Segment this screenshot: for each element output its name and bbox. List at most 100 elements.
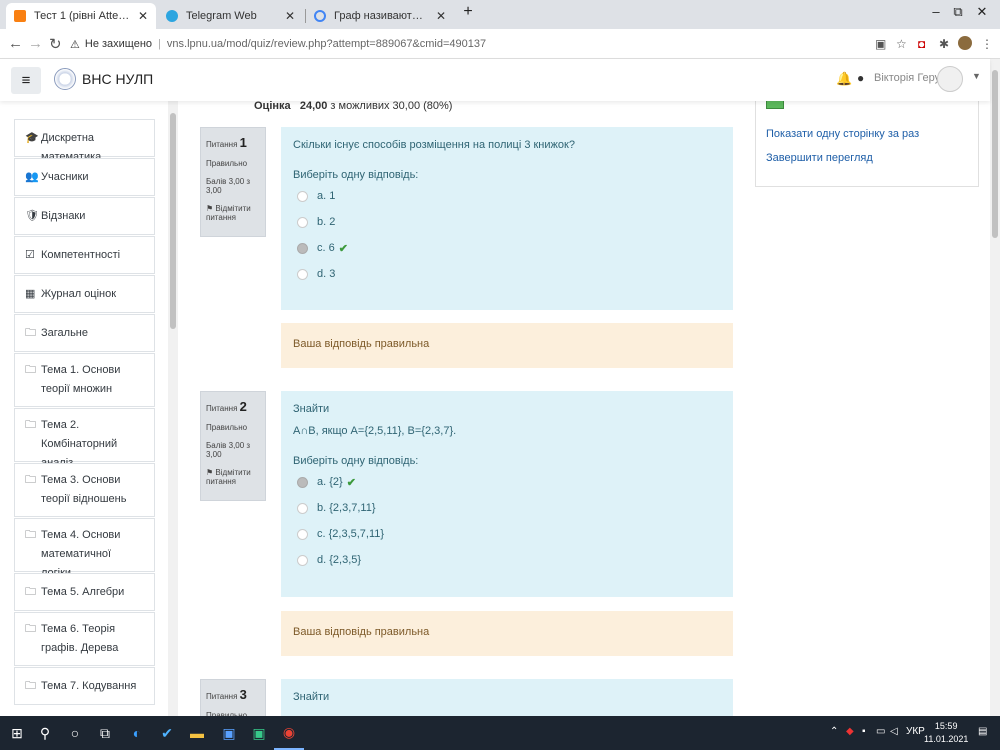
question-1-content: Скільки існує способів розміщення на пол… (281, 127, 733, 310)
back-arrow-icon[interactable]: ← (8, 35, 23, 52)
translate-icon[interactable]: ▣ (875, 37, 886, 51)
sidebar-item[interactable]: 🎓 Дискретна математика (14, 119, 155, 163)
sidebar-item[interactable]: 🛡 Відзнаки (14, 197, 155, 235)
sidebar-item[interactable]: 🗀Тема 2. Комбінаторний аналіз (14, 408, 155, 469)
close-tab-icon[interactable]: ✕ (138, 9, 148, 23)
address-bar-row: ← → ↻ ⚠ Не захищено | vns.lpnu.ua/mod/qu… (0, 29, 1000, 59)
sidebar-item-label: Компетентності (41, 249, 121, 261)
tray-shield-icon[interactable]: ◆ (846, 726, 854, 737)
sidebar-item[interactable]: 🗀 Тема 1. Основи теорії множин (14, 353, 155, 407)
app-icon[interactable]: ▣ (214, 716, 244, 750)
flag-icon: ⚑ (206, 468, 214, 477)
sidebar-item[interactable]: 🗀 Тема 7. Кодування (14, 667, 155, 705)
radio-button[interactable] (297, 216, 308, 228)
edge-icon[interactable]: ◐ (122, 716, 152, 750)
address-field[interactable]: ⚠ Не захищено | vns.lpnu.ua/mod/quiz/rev… (70, 33, 870, 55)
language-indicator[interactable]: УКР (906, 726, 925, 737)
user-avatar[interactable] (937, 66, 963, 92)
reload-icon[interactable]: ↻ (49, 35, 62, 53)
radio-button[interactable] (297, 554, 308, 566)
folder-icon: 🗀 (25, 327, 36, 339)
show-one-page-link[interactable]: Показати одну сторінку за раз (766, 128, 919, 140)
site-name[interactable]: ВНС НУЛП (82, 71, 153, 87)
moodle-favicon-icon (14, 10, 26, 22)
search-icon[interactable]: ⚲ (30, 716, 60, 750)
extension-icon[interactable]: ◘ (918, 37, 925, 51)
minimize-button[interactable]: – (924, 4, 948, 19)
browser-tab-graph[interactable]: Граф називають орієнтованим, я ✕ (306, 3, 454, 29)
question-nav-button[interactable] (766, 101, 784, 109)
checkmark-app-icon[interactable]: ✔ (152, 716, 182, 750)
table-icon: ▦ (25, 288, 36, 300)
tray-chevron-icon[interactable]: ⌃ (830, 726, 838, 737)
question-text: Знайти (293, 691, 330, 703)
finish-review-link[interactable]: Завершити перегляд (766, 152, 873, 164)
divider: | (158, 38, 161, 50)
radio-button[interactable] (297, 528, 308, 540)
task-view-icon[interactable]: ⧉ (90, 716, 120, 750)
messages-icon[interactable]: ● (857, 71, 864, 85)
answer-option[interactable]: b. {2,3,7,11} (293, 495, 721, 521)
close-tab-icon[interactable]: ✕ (436, 9, 446, 23)
chevron-down-icon[interactable]: ▼ (972, 71, 981, 81)
file-explorer-icon[interactable]: ▬ (182, 716, 212, 750)
user-name[interactable]: Вікторія Герун (874, 72, 946, 84)
cortana-icon[interactable]: ○ (60, 716, 90, 750)
hamburger-menu-button[interactable]: ≡ (11, 67, 41, 94)
correct-check-icon: ✔ (346, 476, 356, 489)
flag-question-link[interactable]: ⚑ Відмітити питання (206, 204, 260, 222)
close-window-button[interactable]: ✕ (970, 4, 994, 20)
sidebar-item[interactable]: ☑ Компетентності (14, 236, 155, 274)
menu-dots-icon[interactable]: ⋮ (981, 37, 993, 51)
browser-tab-quiz[interactable]: Тест 1 (рівні Attempt review ✕ (6, 3, 156, 29)
sidebar-item[interactable]: 🗀 Загальне (14, 314, 155, 352)
chrome-icon[interactable]: ◉ (274, 716, 304, 750)
sidebar-scrollbar-thumb[interactable] (170, 113, 176, 329)
answer-option[interactable]: a. {2} ✔ (293, 469, 721, 495)
answer-option[interactable]: b. 2 (293, 209, 721, 235)
answer-option[interactable]: c. 6 ✔ (293, 235, 721, 261)
taskbar-clock[interactable]: 15:59 11.01.2021 (924, 720, 968, 746)
folder-icon: 🗀 (25, 623, 36, 635)
puzzle-extensions-icon[interactable]: ✱ (939, 37, 949, 51)
answer-option[interactable]: d. 3 (293, 261, 721, 287)
notifications-icon[interactable]: ▤ (978, 726, 987, 737)
sidebar-item[interactable]: ▦ Журнал оцінок (14, 275, 155, 313)
close-tab-icon[interactable]: ✕ (285, 9, 295, 23)
volume-icon[interactable]: ◁ (890, 726, 898, 737)
radio-button[interactable] (297, 476, 308, 488)
windows-start-icon[interactable]: ⊞ (2, 716, 32, 750)
radio-button[interactable] (297, 502, 308, 514)
question-formula: A∩B, якщо A={2,5,11}, B={2,3,7}. (293, 425, 457, 437)
sidebar-item[interactable]: 👥 Учасники (14, 158, 155, 196)
forward-arrow-icon[interactable]: → (28, 35, 43, 52)
answer-option[interactable]: a. 1 (293, 183, 721, 209)
sidebar-item[interactable]: 🗀Тема 4. Основи математичної логіки (14, 518, 155, 579)
sidebar-item[interactable]: 🗀 Тема 6. Теорія графів. Дерева (14, 612, 155, 666)
course-nav-drawer: 🎓 Дискретна математика 👥 Учасники 🛡 Відзнаки ☑… (0, 101, 178, 716)
folder-icon: 🗀 (25, 474, 36, 486)
question-1-feedback: Ваша відповідь правильна (281, 323, 733, 368)
answer-label: c. {2,3,5,7,11} (317, 528, 385, 540)
profile-avatar-icon[interactable] (958, 36, 972, 50)
maximize-button[interactable]: ⧉ (946, 4, 970, 20)
app-icon[interactable]: ▣ (244, 716, 274, 750)
network-icon[interactable]: ▭ (876, 726, 885, 737)
browser-tab-telegram[interactable]: Telegram Web ✕ (158, 3, 303, 29)
sidebar-item[interactable]: 🗀 Тема 5. Алгебри (14, 573, 155, 611)
tray-app-icon[interactable]: ▪ (862, 726, 866, 737)
radio-button[interactable] (297, 242, 308, 254)
bell-icon[interactable]: 🔔 (836, 71, 852, 87)
answer-option[interactable]: d. {2,3,5} (293, 547, 721, 573)
radio-button[interactable] (297, 190, 308, 202)
bookmark-star-icon[interactable]: ☆ (896, 37, 907, 51)
sidebar-item[interactable]: 🗀 Тема 3. Основи теорії відношень (14, 463, 155, 517)
windows-taskbar: ⊞ ⚲ ○ ⧉ ◐ ✔ ▬ ▣ ▣ ◉ ⌃ ◆ ▪ ▭ ◁ УКР 15:59 … (0, 716, 1000, 750)
answer-option[interactable]: c. {2,3,5,7,11} (293, 521, 721, 547)
university-logo[interactable] (54, 68, 76, 90)
radio-button[interactable] (297, 268, 308, 280)
correct-check-icon: ✔ (338, 242, 348, 255)
page-scrollbar-thumb[interactable] (992, 70, 998, 238)
new-tab-button[interactable]: + (456, 3, 480, 21)
flag-question-link[interactable]: ⚑ Відмітити питання (206, 468, 260, 486)
